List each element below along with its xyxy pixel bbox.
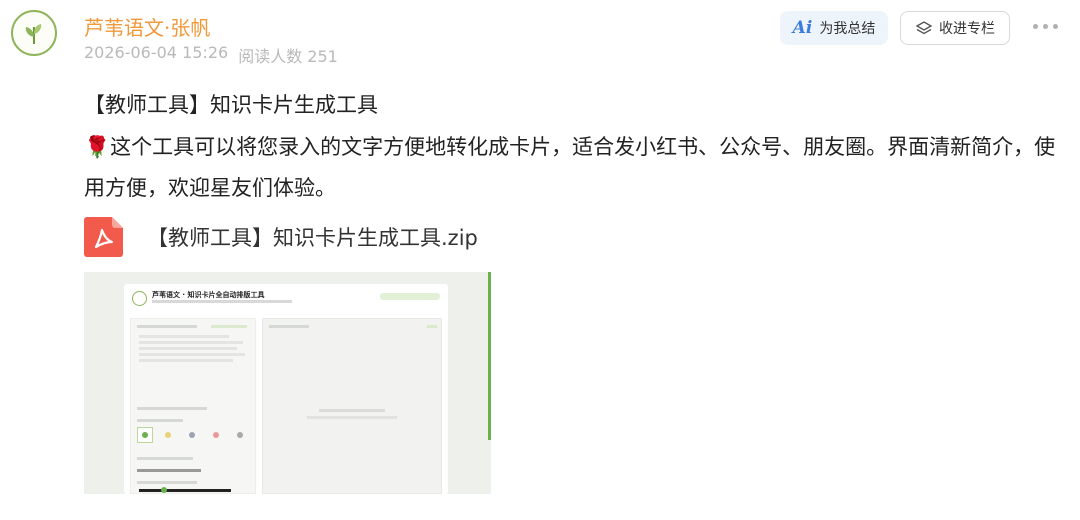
author-name[interactable]: 芦苇语文·张帆 [84,12,210,41]
ai-summary-label: 为我总结 [819,21,876,37]
post-description: 🌹这个工具可以将您录入的文字方便地转化成卡片，适合发小红书、公众号、朋友圈。界面… [84,127,1059,209]
preview-card-title: 芦苇语文 · 知识卡片全自动排版工具 [152,291,265,299]
add-to-column-button[interactable]: 收进专栏 [900,11,1010,45]
ai-summary-button[interactable]: Ai 为我总结 [780,11,888,45]
preview-tag [380,293,440,300]
preview-output-panel [262,318,442,494]
post-meta: 2026-06-04 15:26 阅读人数 251 [84,43,338,67]
stack-icon [915,21,933,35]
pdf-file-icon [84,217,123,257]
post-title: 【教师工具】知识卡片生成工具 [84,93,378,117]
attachment-name: 【教师工具】知识卡片生成工具.zip [147,226,478,250]
preview-logo-icon [132,291,147,306]
ai-icon: Ai [792,18,813,38]
post-description-text: 这个工具可以将您录入的文字方便地转化成卡片，适合发小红书、公众号、朋友圈。界面清… [84,135,1056,200]
more-options-icon[interactable] [1033,24,1058,29]
preview-card: 芦苇语文 · 知识卡片全自动排版工具 [124,284,448,494]
preview-input-panel [130,318,256,494]
post-time: 2026-06-04 15:26 [84,43,229,62]
leaf-logo-icon [25,24,42,44]
author-avatar[interactable] [11,10,57,56]
accent-line [488,272,491,440]
preview-subtitle-line [152,300,292,303]
add-to-column-label: 收进专栏 [939,21,995,37]
read-count: 阅读人数 251 [238,47,338,66]
attachment-file[interactable]: 【教师工具】知识卡片生成工具.zip [84,217,478,257]
rose-emoji-icon: 🌹 [84,135,111,159]
tool-screenshot-image[interactable]: 芦苇语文 · 知识卡片全自动排版工具 [84,272,491,494]
